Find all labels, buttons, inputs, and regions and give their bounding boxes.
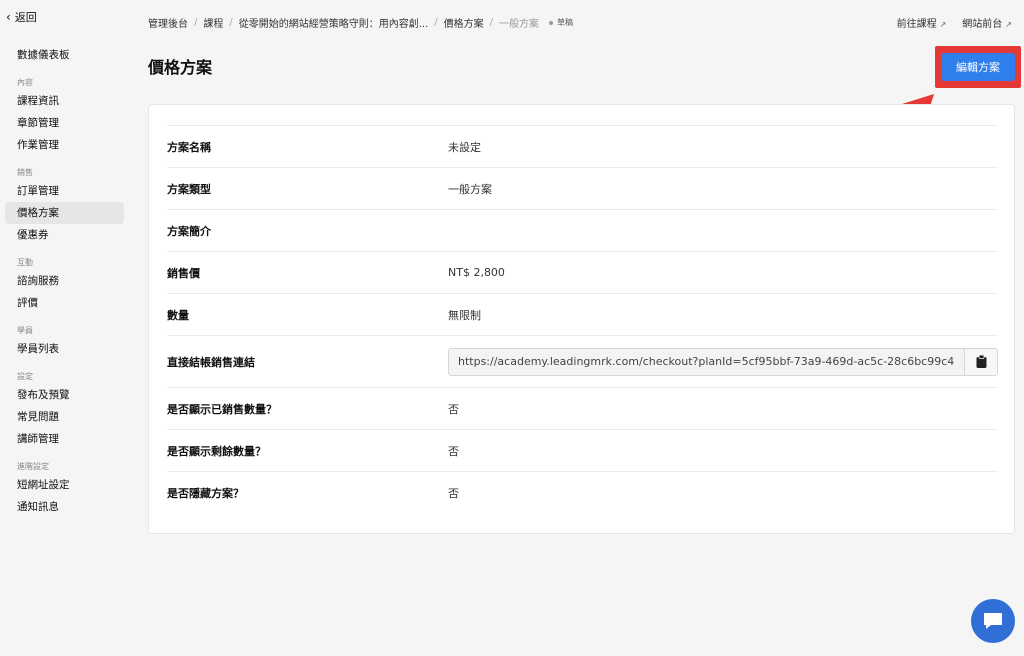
detail-label: 方案名稱	[167, 140, 211, 154]
detail-value: 否	[448, 444, 459, 458]
detail-row-type: 方案類型 一般方案	[167, 167, 998, 209]
detail-value: NT$ 2,800	[448, 266, 505, 279]
go-to-course-label: 前往課程	[896, 19, 937, 30]
detail-value: 否	[448, 486, 459, 500]
status-dot	[549, 20, 554, 25]
sidebar-group-settings: 設定	[17, 372, 33, 381]
sidebar-item-coupons[interactable]: 優惠券	[5, 224, 124, 246]
chat-bubble-icon	[984, 613, 1002, 629]
site-frontend-label: 網站前台	[962, 19, 1003, 30]
sidebar-item-consulting[interactable]: 諮詢服務	[5, 270, 124, 292]
breadcrumb-separator: /	[489, 17, 494, 28]
detail-label: 銷售價	[167, 266, 200, 280]
back-link[interactable]: ‹ 返回	[0, 8, 134, 26]
detail-row-checkout-link: 直接結帳銷售連結 https://academy.leadingmrk.com/…	[167, 335, 998, 387]
edit-plan-button[interactable]: 編輯方案	[941, 53, 1015, 81]
detail-row-quantity: 數量 無限制	[167, 293, 998, 335]
sidebar-group-students: 學員	[17, 326, 33, 335]
back-label: 返回	[14, 11, 37, 24]
copy-button[interactable]	[964, 348, 997, 375]
detail-label: 直接結帳銷售連結	[167, 355, 255, 369]
go-to-course-link[interactable]: 前往課程 ↗	[897, 15, 947, 30]
sidebar-item-notifications[interactable]: 通知訊息	[5, 496, 124, 518]
sidebar-item-assignments[interactable]: 作業管理	[5, 134, 124, 156]
sidebar-group-sales: 銷售	[17, 168, 33, 177]
checkout-link-input[interactable]: https://academy.leadingmrk.com/checkout?…	[449, 355, 964, 368]
detail-row-price: 銷售價 NT$ 2,800	[167, 251, 998, 293]
sidebar-item-pricing[interactable]: 價格方案	[5, 202, 124, 224]
sidebar-item-chapters[interactable]: 章節管理	[5, 112, 124, 134]
top-links: 前往課程 ↗ 網站前台 ↗	[897, 15, 1012, 30]
sidebar-item-faq[interactable]: 常見問題	[5, 406, 124, 428]
breadcrumb: 管理後台 / 課程 / 從零開始的網站經營策略守則：用內容創... / 價格方案…	[148, 15, 573, 30]
detail-row-intro: 方案簡介	[167, 209, 998, 251]
detail-label: 是否顯示已銷售數量？	[167, 402, 277, 416]
detail-label: 數量	[167, 308, 189, 322]
highlight-box: 編輯方案	[935, 46, 1021, 88]
sidebar-item-short-url[interactable]: 短網址設定	[5, 474, 124, 496]
detail-value: 無限制	[448, 308, 481, 322]
detail-row-show-sold: 是否顯示已銷售數量？ 否	[167, 387, 998, 429]
sidebar-group-advanced: 進階設定	[17, 462, 49, 471]
sidebar-item-reviews[interactable]: 評價	[5, 292, 124, 314]
chevron-left-icon: ‹	[6, 10, 11, 24]
sidebar-item-dashboard[interactable]: 數據儀表板	[5, 44, 124, 66]
external-link-icon: ↗	[939, 20, 947, 29]
sidebar-item-publish[interactable]: 發布及預覽	[5, 384, 124, 406]
breadcrumb-admin[interactable]: 管理後台	[148, 15, 188, 30]
page-title: 價格方案	[148, 58, 213, 77]
breadcrumb-separator: /	[229, 17, 233, 28]
sidebar-item-course-info[interactable]: 課程資訊	[5, 90, 124, 112]
detail-row-show-remaining: 是否顯示剩餘數量？ 否	[167, 429, 998, 471]
external-link-icon: ↗	[1005, 20, 1012, 29]
sidebar: ‹ 返回 數據儀表板 內容 課程資訊 章節管理 作業管理 銷售 訂單管理 價格方…	[0, 0, 134, 656]
chat-button[interactable]	[971, 599, 1015, 643]
breadcrumb-course-name[interactable]: 從零開始的網站經營策略守則：用內容創...	[239, 15, 429, 30]
sidebar-group-content: 內容	[17, 78, 33, 87]
detail-label: 是否顯示剩餘數量？	[167, 444, 266, 458]
detail-value: 否	[448, 402, 459, 416]
detail-value: 未設定	[448, 140, 481, 154]
status-badge: 草稿	[557, 18, 574, 27]
detail-row-name: 方案名稱 未設定	[167, 125, 998, 167]
sidebar-item-orders[interactable]: 訂單管理	[5, 180, 124, 202]
checkout-link-field: https://academy.leadingmrk.com/checkout?…	[448, 347, 998, 376]
site-frontend-link[interactable]: 網站前台 ↗	[962, 15, 1012, 30]
breadcrumb-course[interactable]: 課程	[203, 15, 223, 30]
breadcrumb-separator: /	[434, 17, 438, 28]
sidebar-group-interaction: 互動	[17, 258, 33, 267]
detail-label: 方案類型	[167, 182, 211, 196]
detail-value: 一般方案	[448, 182, 492, 196]
sidebar-item-student-list[interactable]: 學員列表	[5, 338, 124, 360]
clipboard-icon	[976, 355, 986, 368]
detail-label: 是否隱藏方案？	[167, 486, 244, 500]
sidebar-item-instructors[interactable]: 講師管理	[5, 428, 124, 450]
breadcrumb-separator: /	[194, 17, 198, 28]
breadcrumb-pricing[interactable]: 價格方案	[444, 15, 484, 30]
plan-details-card: 方案名稱 未設定 方案類型 一般方案 方案簡介 銷售價 NT$ 2,800 數量…	[148, 104, 1015, 534]
detail-label: 方案簡介	[167, 224, 211, 238]
breadcrumb-current: 一般方案	[499, 19, 540, 30]
detail-row-hide-plan: 是否隱藏方案？ 否	[167, 471, 998, 513]
